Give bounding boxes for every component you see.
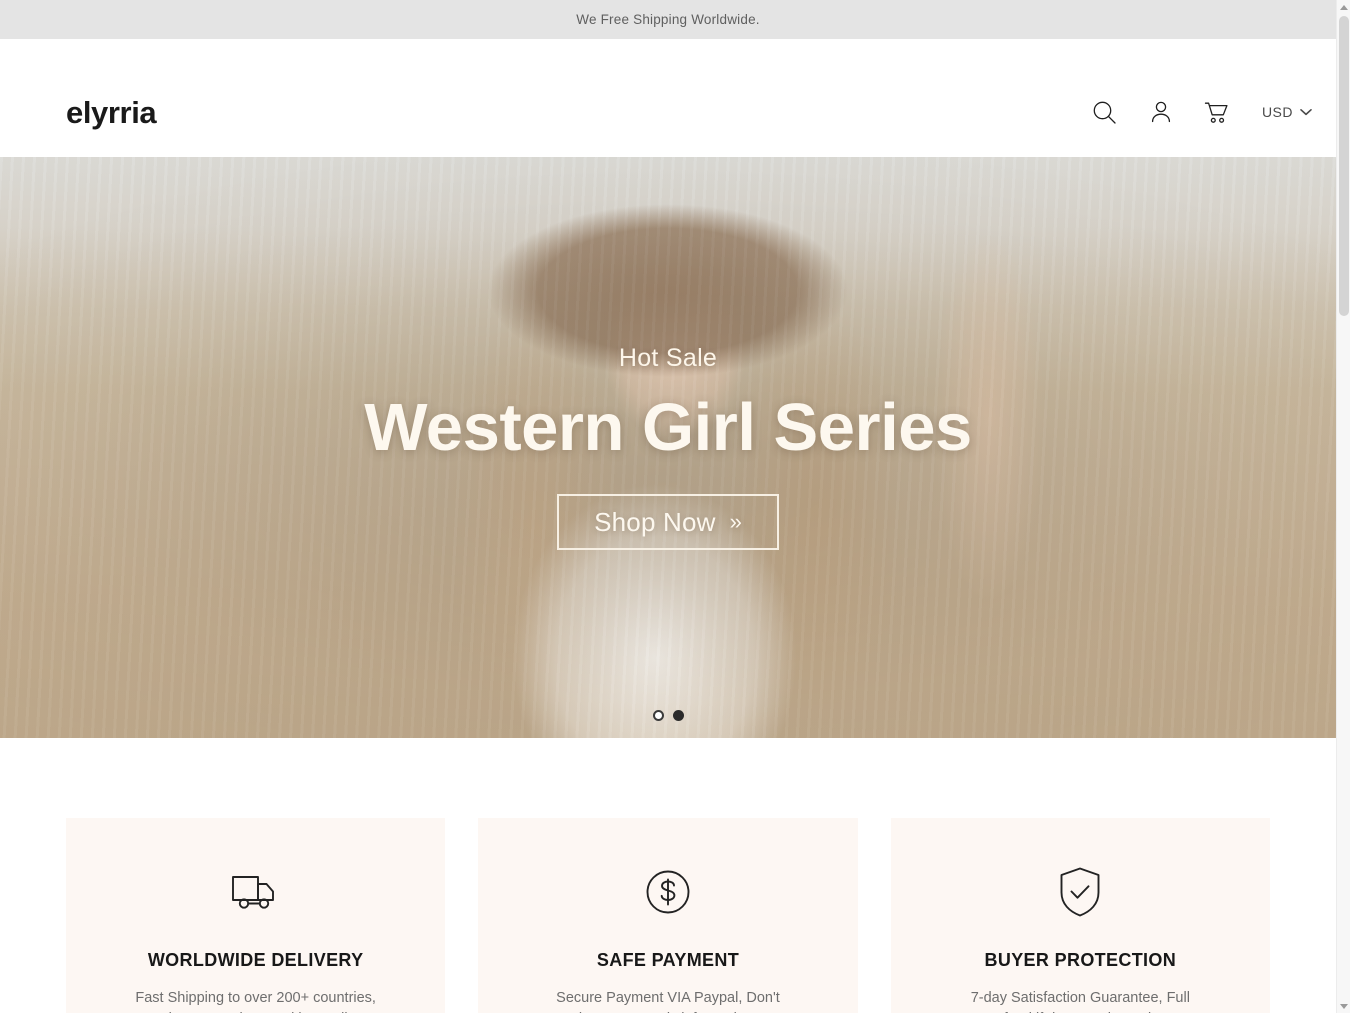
feature-title: BUYER PROTECTION [984,950,1177,970]
cart-icon[interactable] [1202,97,1232,127]
site-header: elyrria USD [0,39,1336,175]
browser-viewport: We Free Shipping Worldwide. elyrria USD … [0,0,1350,1013]
feature-description: 7-day Satisfaction Guarantee, Full Refun… [919,988,1242,1013]
feature-description: Secure Payment VIA Paypal, Don't keep an… [506,988,829,1013]
hero-banner: Hot Sale Western Girl Series Shop Now » [0,157,1336,738]
dollar-circle-icon [506,864,829,920]
features-section: WORLDWIDE DELIVERY Fast Shipping to over… [0,738,1336,1013]
feature-title: WORLDWIDE DELIVERY [147,950,364,970]
currency-label: USD [1261,104,1293,120]
feature-description-line-1: Secure Payment VIA Paypal, Don't [556,990,780,1006]
shield-check-icon [919,864,1242,920]
page-content: We Free Shipping Worldwide. elyrria USD … [0,0,1336,1013]
feature-description-line-1: Fast Shipping to over 200+ countries, [135,990,376,1006]
announcement-text: We Free Shipping Worldwide. [576,12,760,27]
shop-now-label: Shop Now [594,506,716,537]
scrollbar-up-arrow-icon[interactable] [1337,0,1350,14]
feature-card-buyer-protection: BUYER PROTECTION 7-day Satisfaction Guar… [890,818,1270,1013]
feature-card-safe-payment: SAFE PAYMENT Secure Payment VIA Paypal, … [478,818,858,1013]
features-row: WORLDWIDE DELIVERY Fast Shipping to over… [0,818,1336,1013]
search-icon[interactable] [1090,97,1120,127]
scrollbar-thumb[interactable] [1339,16,1349,316]
feature-card-worldwide-delivery: WORLDWIDE DELIVERY Fast Shipping to over… [66,818,446,1013]
announcement-bar: We Free Shipping Worldwide. [0,0,1336,39]
browser-scrollbar[interactable] [1336,0,1350,1013]
double-chevron-right-icon: » [729,509,742,534]
hero-content: Hot Sale Western Girl Series Shop Now » [0,157,1336,738]
feature-description: Fast Shipping to over 200+ countries, Pa… [94,988,417,1013]
hero-kicker: Hot Sale [618,344,718,372]
feature-title: SAFE PAYMENT [596,950,740,970]
user-icon[interactable] [1146,97,1176,127]
chevron-down-icon [1300,109,1312,116]
shop-now-button[interactable]: Shop Now » [557,494,779,550]
site-logo[interactable]: elyrria [66,97,157,128]
carousel-dots [0,710,1336,721]
hero-title: Western Girl Series [364,390,972,465]
carousel-dot-2[interactable] [672,710,684,721]
feature-description-line-1: 7-day Satisfaction Guarantee, Full [970,990,1190,1006]
header-actions: USD [1090,97,1312,127]
delivery-truck-icon [94,864,417,920]
currency-selector[interactable]: USD [1262,104,1312,120]
carousel-dot-1[interactable] [652,710,664,721]
scrollbar-down-arrow-icon[interactable] [1337,999,1350,1013]
